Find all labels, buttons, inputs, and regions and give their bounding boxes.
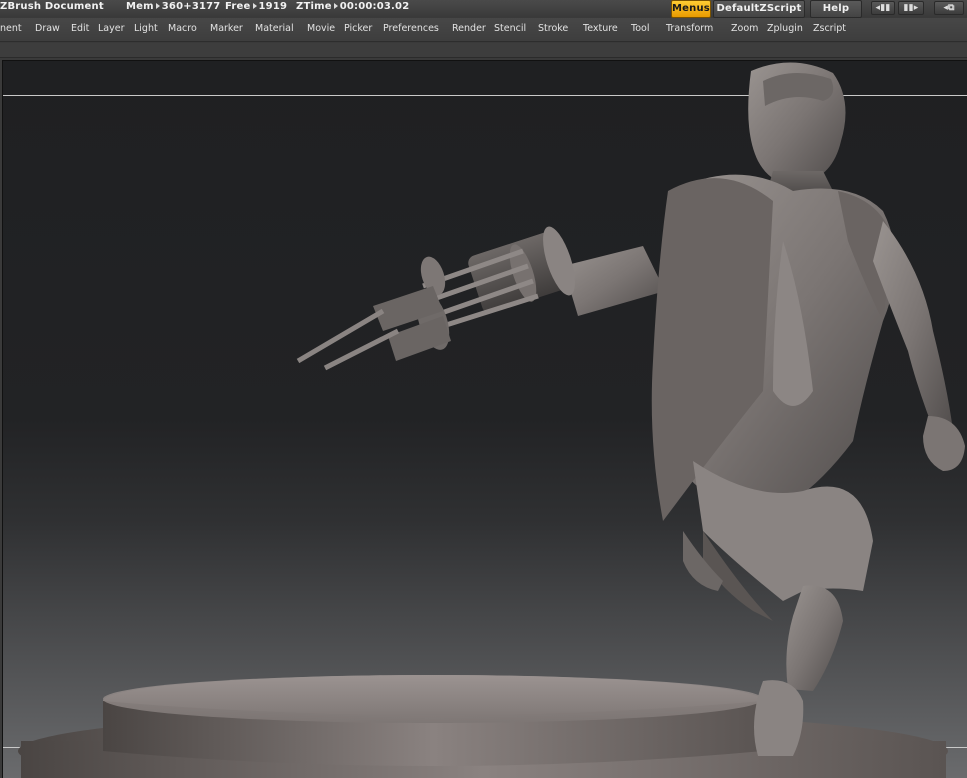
menu-light[interactable]: Light [134, 23, 158, 35]
free-label: Free [225, 1, 251, 12]
menu-movie[interactable]: Movie [307, 23, 335, 35]
menu-transform[interactable]: Transform [666, 23, 713, 35]
play-arrow-icon [155, 2, 160, 9]
menu-tool[interactable]: Tool [631, 23, 649, 35]
sculpt-model[interactable] [3, 61, 967, 778]
default-zscript-button[interactable]: DefaultZScript [713, 0, 805, 18]
main-menu-bar: nent Draw Edit Layer Light Macro Marker … [0, 18, 967, 42]
document-title: ZBrush Document [0, 1, 104, 12]
menu-draw[interactable]: Draw [35, 23, 60, 35]
mem-label: Mem [126, 1, 154, 12]
menu-material[interactable]: Material [255, 23, 294, 35]
arm-cannon [296, 226, 665, 371]
sculpted-figure [651, 62, 965, 756]
document-canvas[interactable] [2, 60, 967, 778]
scroll-right-icon[interactable]: ▮▮▸ [898, 1, 924, 15]
menu-layer[interactable]: Layer [98, 23, 125, 35]
menus-button[interactable]: Menus [671, 0, 711, 18]
help-button[interactable]: Help [810, 0, 862, 18]
menu-marker[interactable]: Marker [210, 23, 243, 35]
menu-texture[interactable]: Texture [583, 23, 618, 35]
menu-document[interactable]: nent [0, 23, 22, 35]
menu-zscript[interactable]: Zscript [813, 23, 846, 35]
free-readout: Free 1919 [225, 1, 287, 13]
menu-stencil[interactable]: Stencil [494, 23, 526, 35]
free-value: 1919 [258, 1, 288, 12]
ztime-value: 00:00:03.02 [339, 1, 410, 12]
mem-readout: Mem 360+3177 [126, 1, 220, 13]
scroll-left-icon[interactable]: ◂▮▮ [871, 1, 895, 15]
shelf-strip [0, 43, 967, 58]
play-arrow-icon [252, 2, 257, 9]
menu-render[interactable]: Render [452, 23, 486, 35]
window-layout-icon[interactable]: ◂⧉ [934, 1, 964, 15]
ztime-label: ZTime [296, 1, 332, 12]
menu-zplugin[interactable]: Zplugin [767, 23, 803, 35]
menu-picker[interactable]: Picker [344, 23, 372, 35]
title-bar: ZBrush Document Mem 360+3177 Free 1919 ZTi… [0, 0, 967, 18]
menu-preferences[interactable]: Preferences [383, 23, 439, 35]
menu-zoom[interactable]: Zoom [731, 23, 758, 35]
menu-edit[interactable]: Edit [71, 23, 89, 35]
mem-value: 360+3177 [161, 1, 221, 12]
play-arrow-icon [333, 2, 338, 9]
menu-stroke[interactable]: Stroke [538, 23, 568, 35]
menu-macro[interactable]: Macro [168, 23, 197, 35]
ztime-readout: ZTime 00:00:03.02 [296, 1, 409, 13]
